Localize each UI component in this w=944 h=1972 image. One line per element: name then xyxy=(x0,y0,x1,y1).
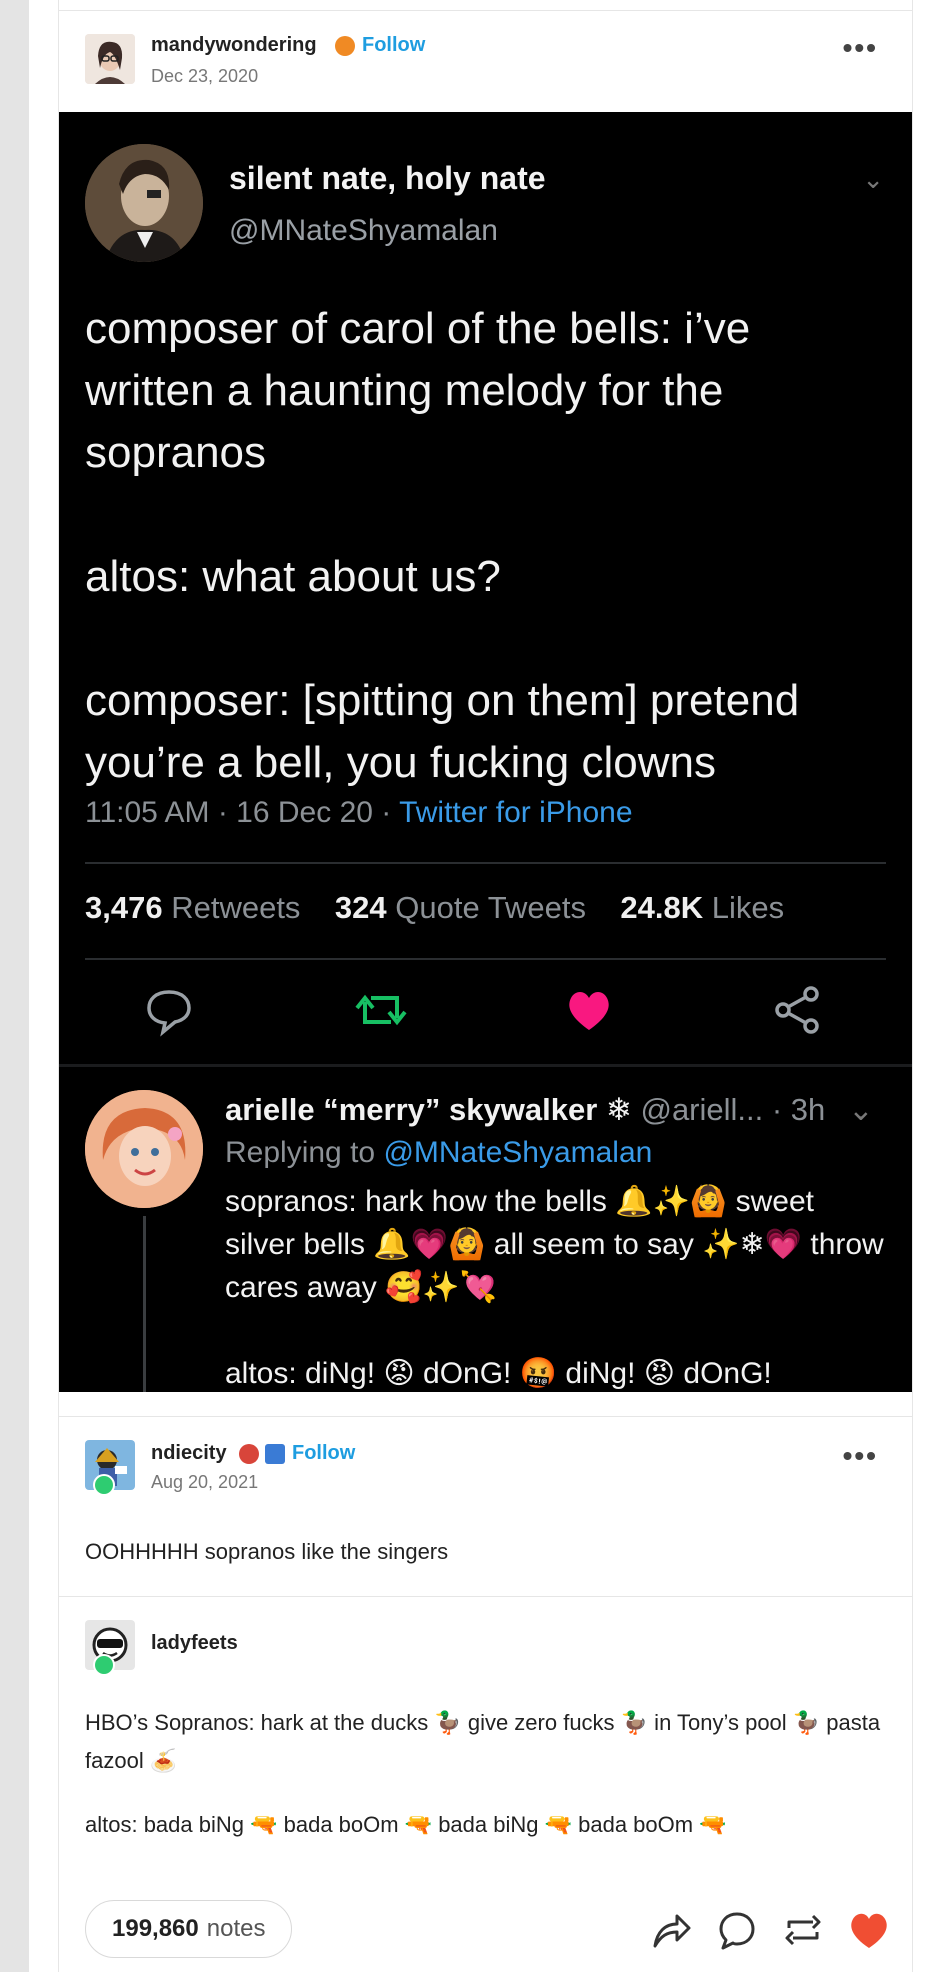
tweet-body: composer of carol of the bells: i’ve wri… xyxy=(85,304,800,787)
reply-replying-to: Replying to @MNateShyamalan xyxy=(225,1136,652,1170)
tweet-source: Twitter for iPhone xyxy=(399,796,633,829)
reply-handle-time: @ariell... · 3h xyxy=(631,1092,826,1127)
retweets-count: 3,476 xyxy=(85,890,163,925)
reblog-divider-2 xyxy=(59,1596,912,1597)
reblog1-text: OOHHHHH sopranos like the singers xyxy=(85,1539,449,1564)
reply-body: sopranos: hark how the bells 🔔✨🙆 sweet s… xyxy=(225,1185,884,1390)
share-icon[interactable] xyxy=(649,1908,693,1952)
reply-avatar xyxy=(85,1090,203,1208)
post-avatar[interactable] xyxy=(85,34,135,84)
reply-header: arielle “merry” skywalker ❄ @ariell... ·… xyxy=(225,1092,874,1128)
replying-prefix: Replying to xyxy=(225,1136,384,1169)
reblog-badge-icon xyxy=(93,1474,115,1496)
notes-count: 199,860 xyxy=(112,1915,199,1942)
chevron-down-icon: ⌄ xyxy=(862,164,884,194)
likes-count: 24.8K xyxy=(620,890,704,925)
reblog-divider-1 xyxy=(59,1416,912,1417)
tweet-reply-separator xyxy=(59,1064,912,1067)
likes-label: Likes xyxy=(711,890,785,925)
more-options-button[interactable]: ••• xyxy=(843,32,878,64)
reblog1-username[interactable]: ndiecity xyxy=(151,1442,227,1465)
share-icon xyxy=(775,986,819,1034)
heart-icon xyxy=(569,992,609,1030)
reblog1-more-button[interactable]: ••• xyxy=(843,1440,878,1472)
post-username[interactable]: mandywondering xyxy=(151,34,317,57)
card-top-border xyxy=(59,10,912,11)
reblog2-text-1: HBO’s Sopranos: hark at the ducks 🦆 give… xyxy=(85,1710,881,1773)
fire-badge-icon xyxy=(335,36,355,56)
tweet-divider-2 xyxy=(85,958,886,960)
post-date[interactable]: Dec 23, 2020 xyxy=(151,66,258,87)
page-gutter xyxy=(0,0,29,1972)
post-card: mandywondering Follow Dec 23, 2020 ••• s… xyxy=(58,0,913,1972)
ice-badge-icon xyxy=(265,1444,285,1464)
retweet-icon xyxy=(355,994,407,1026)
retweets-label: Retweets xyxy=(171,890,301,925)
reblog1-date[interactable]: Aug 20, 2021 xyxy=(151,1472,258,1493)
tweet-time: 11:05 AM · 16 Dec 20 · xyxy=(85,796,400,829)
tweet-screenshot-image: silent nate, holy nate @MNateShyamalan ⌄… xyxy=(59,112,912,1392)
tweet-stats: 3,476 Retweets 324 Quote Tweets 24.8K Li… xyxy=(85,890,784,926)
heart-badge-icon xyxy=(239,1444,259,1464)
reblog2-username[interactable]: ladyfeets xyxy=(151,1632,238,1655)
reblog2-text-2: altos: bada biNg 🔫 bada boOm 🔫 bada biNg… xyxy=(85,1812,727,1837)
notes-label: notes xyxy=(206,1915,266,1942)
reply-display-name: arielle “merry” skywalker ❄ xyxy=(225,1092,632,1127)
tweet-avatar xyxy=(85,144,203,262)
quotes-label: Quote Tweets xyxy=(395,890,586,925)
like-heart-icon[interactable] xyxy=(847,1908,891,1952)
tweet-handle: @MNateShyamalan xyxy=(229,214,498,247)
notes-button[interactable]: 199,860 notes xyxy=(85,1900,293,1958)
reblog2-badge-icon xyxy=(93,1654,115,1676)
follow-button[interactable]: Follow xyxy=(362,34,425,57)
tweet-meta: 11:05 AM · 16 Dec 20 · Twitter for iPhon… xyxy=(85,796,633,830)
reblog-icon[interactable] xyxy=(781,1908,825,1952)
reply-icon[interactable] xyxy=(715,1908,759,1952)
tweet-display-name: silent nate, holy nate xyxy=(229,160,546,196)
quotes-count: 324 xyxy=(334,890,387,925)
reblog1-header: ndiecity Follow Aug 20, 2021 ••• xyxy=(59,1440,912,1530)
post-header: mandywondering Follow Dec 23, 2020 ••• xyxy=(59,30,912,120)
reply-thread-line xyxy=(143,1216,146,1392)
post-footer: 199,860 notes xyxy=(59,1900,912,1960)
tweet-divider xyxy=(85,862,886,864)
reblog2-header: ladyfeets xyxy=(59,1620,912,1710)
replying-to-handle: @MNateShyamalan xyxy=(383,1136,653,1169)
tweet-actions xyxy=(59,980,912,1060)
reblog1-follow-button[interactable]: Follow xyxy=(292,1442,355,1465)
reply-chevron-down-icon: ⌄ xyxy=(847,1092,874,1127)
comment-icon xyxy=(147,990,191,1037)
